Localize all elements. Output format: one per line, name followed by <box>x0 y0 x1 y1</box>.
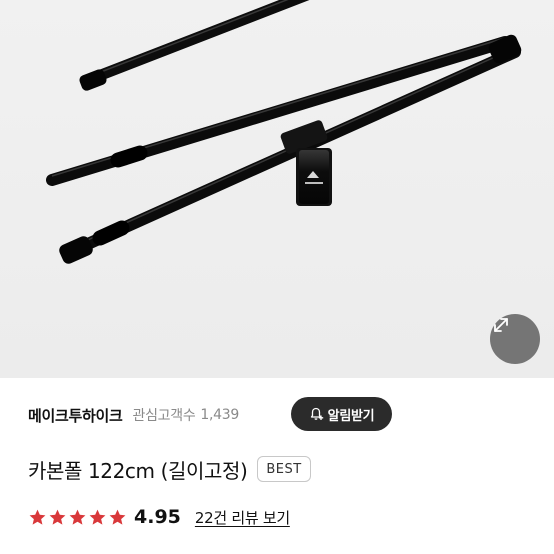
star-rating <box>28 508 128 527</box>
product-title: 카본폴 122cm (길이고정) <box>28 458 248 483</box>
reviews-link[interactable]: 22건 리뷰 보기 <box>195 507 290 528</box>
best-badge: BEST <box>257 456 311 482</box>
product-image[interactable] <box>0 0 554 378</box>
alert-subscribe-button[interactable]: 알림받기 <box>291 397 392 431</box>
expand-arrows-icon <box>494 318 508 332</box>
followers-label: 관심고객수 <box>132 408 196 424</box>
followers-count: 1,439 <box>200 407 240 423</box>
star-icon <box>49 509 66 525</box>
product-info-panel: 메이크투하이크 관심고객수 1,439 알림받기 카본폴 122cm (길이고정… <box>0 378 554 554</box>
star-icon <box>29 509 46 525</box>
expand-image-button[interactable] <box>490 314 540 364</box>
rating-score: 4.95 <box>134 506 181 528</box>
star-icon <box>109 509 126 525</box>
bell-plus-icon <box>310 407 323 420</box>
alert-button-label: 알림받기 <box>327 408 375 424</box>
carbon-pole-illustration <box>46 0 522 264</box>
star-icon <box>69 509 86 525</box>
seller-name[interactable]: 메이크투하이크 <box>28 405 123 426</box>
title-row: 카본폴 122cm (길이고정) BEST <box>28 454 311 484</box>
star-icon <box>89 509 106 525</box>
rating-row: 4.95 22건 리뷰 보기 <box>28 504 290 530</box>
